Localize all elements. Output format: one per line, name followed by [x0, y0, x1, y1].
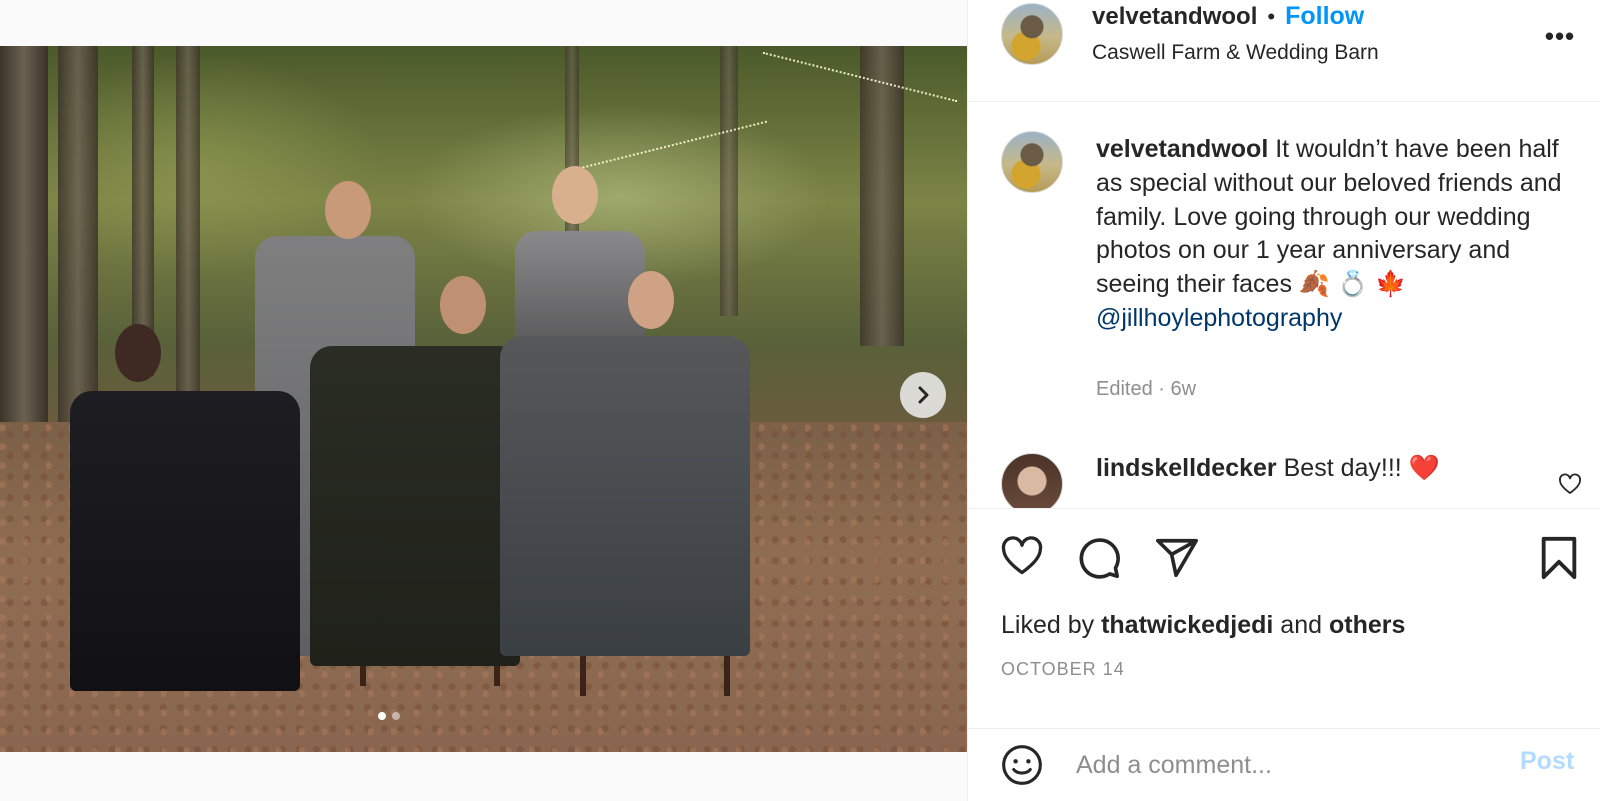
post-side-panel: velvetandwool • Follow Caswell Farm & We…: [967, 0, 1600, 801]
tree-trunk: [58, 46, 98, 426]
tree-trunk: [176, 46, 200, 426]
likes-prefix: Liked by: [1001, 611, 1095, 639]
carousel-indicator: [378, 712, 400, 720]
tree-trunk: [860, 46, 904, 346]
username-link[interactable]: velvetandwool: [1092, 3, 1257, 31]
groomsman: [70, 391, 300, 691]
groomsman: [310, 346, 520, 666]
carousel-dot: [378, 712, 386, 720]
avatar[interactable]: [1001, 131, 1063, 193]
face: [115, 324, 161, 382]
likes-others-link[interactable]: others: [1329, 611, 1405, 639]
post-date[interactable]: OCTOBER 14: [1001, 659, 1125, 680]
post-photo[interactable]: [0, 46, 967, 752]
chevron-right-icon: [918, 386, 929, 404]
comment-username-link[interactable]: lindskelldecker: [1096, 454, 1277, 482]
paper-plane-icon: [1156, 538, 1198, 578]
comment: lindskelldecker Best day!!! ❤️: [1096, 454, 1440, 483]
smiley-icon: [1002, 745, 1042, 785]
more-options-button[interactable]: •••: [1538, 20, 1582, 52]
comment-input[interactable]: [1076, 745, 1476, 785]
groomsman: [500, 336, 750, 656]
likes-and: and: [1280, 611, 1323, 639]
emoji-button[interactable]: [1000, 743, 1044, 790]
save-button[interactable]: [1539, 535, 1579, 584]
follow-button[interactable]: Follow: [1285, 2, 1364, 31]
post-comment-button[interactable]: Post: [1520, 747, 1574, 776]
ellipsis-icon: •••: [1544, 20, 1576, 51]
mention-link[interactable]: @jillhoylephotography: [1096, 304, 1342, 332]
face: [552, 166, 598, 224]
location-link[interactable]: Caswell Farm & Wedding Barn: [1092, 41, 1379, 65]
separator-dot: •: [1267, 3, 1276, 29]
bookmark-icon: [1541, 536, 1577, 580]
post-actions: Liked by thatwickedjedi and others OCTOB…: [968, 508, 1600, 728]
likes-summary[interactable]: Liked by thatwickedjedi and others: [1001, 611, 1405, 640]
carousel-next-button[interactable]: [900, 372, 946, 418]
tree-trunk: [720, 46, 738, 316]
heart-icon: [1001, 536, 1043, 575]
instagram-post: velvetandwool • Follow Caswell Farm & We…: [0, 0, 1600, 801]
commenter-avatar[interactable]: [1001, 453, 1063, 508]
share-button[interactable]: [1154, 535, 1200, 584]
like-comment-button[interactable]: [1558, 473, 1582, 497]
post-header: velvetandwool • Follow Caswell Farm & We…: [968, 0, 1600, 102]
comment-icon: [1079, 538, 1120, 579]
avatar[interactable]: [1001, 3, 1063, 65]
post-caption: velvetandwool It wouldn’t have been half…: [1096, 133, 1566, 336]
like-button[interactable]: [999, 535, 1045, 582]
edited-timestamp[interactable]: Edited · 6w: [1096, 378, 1196, 401]
post-media: [0, 0, 967, 801]
comment-text: Best day!!! ❤️: [1283, 454, 1440, 482]
comment-button[interactable]: [1076, 535, 1122, 584]
comments-section[interactable]: velvetandwool It wouldn’t have been half…: [968, 103, 1600, 508]
face: [628, 271, 674, 329]
heart-icon: [1559, 473, 1581, 494]
face: [325, 181, 371, 239]
add-comment-bar: Post: [968, 728, 1600, 801]
carousel-dot: [392, 712, 400, 720]
liker-username-link[interactable]: thatwickedjedi: [1101, 611, 1273, 639]
face: [440, 276, 486, 334]
caption-username-link[interactable]: velvetandwool: [1096, 135, 1268, 163]
